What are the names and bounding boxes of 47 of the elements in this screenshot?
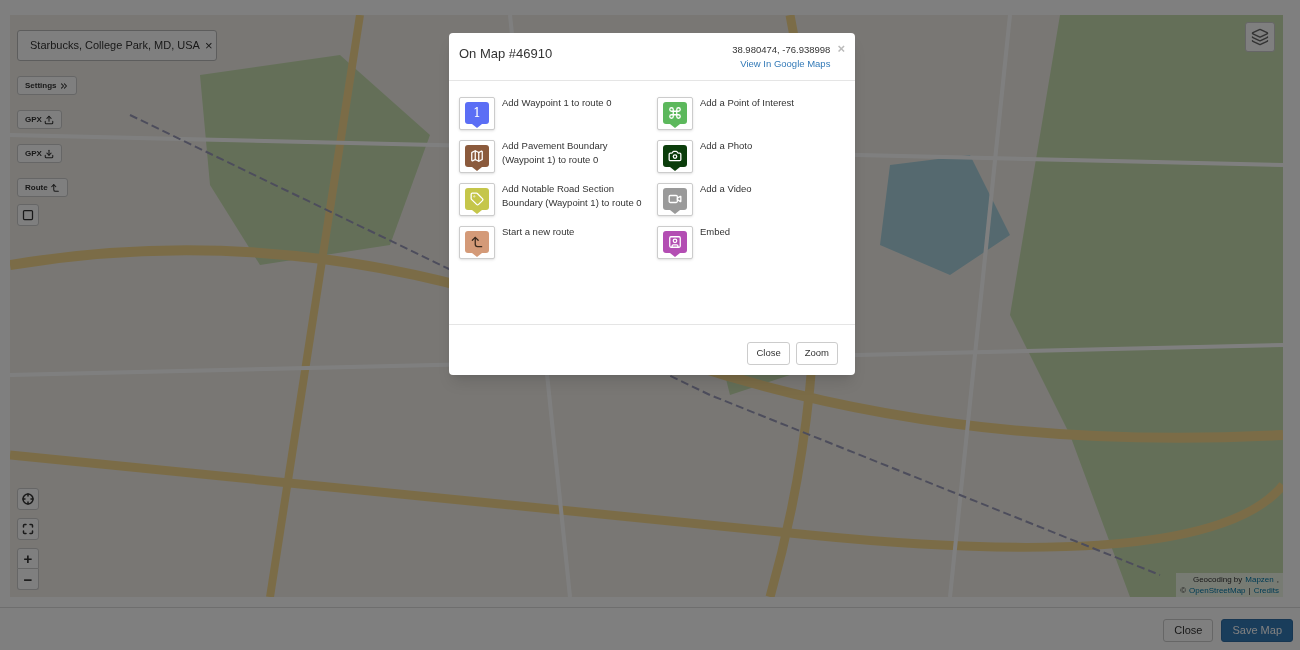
action-button[interactable]: 1 [459,97,495,130]
search-field[interactable]: Starbucks, College Park, MD, USA × [17,30,217,61]
route-button[interactable]: Route [17,178,68,197]
zoom-out-button[interactable]: − [17,569,39,590]
gpx-download-button[interactable]: GPX [17,144,62,163]
modal-title: On Map #46910 [459,45,553,63]
action-button[interactable] [459,226,495,259]
action-label[interactable]: Embed [700,225,731,239]
action-label[interactable]: Add a Photo [700,139,753,153]
layers-icon [1251,28,1269,46]
crosshair-icon [22,493,34,505]
attribution-link[interactable]: OpenStreetMap [1189,585,1246,596]
save-button[interactable]: Save Map [1221,619,1293,642]
action-label[interactable]: Start a new route [502,225,575,239]
zoom-in-button[interactable]: + [17,548,39,569]
attribution-text: , [1276,574,1279,585]
attribution-link[interactable]: Mapzen [1245,574,1274,585]
action-button[interactable] [657,140,693,173]
download-icon [43,148,54,159]
chevrons-right-icon [58,80,69,91]
coordinates: 38.980474, -76.938998 [732,43,831,57]
upload-icon [43,114,54,125]
action-label[interactable]: Add Pavement Boundary (Waypoint 1) to route 0 [502,139,647,166]
action-label[interactable]: Add Waypoint 1 to route 0 [502,96,612,110]
close-button[interactable]: Close [1163,619,1214,642]
zoom-button[interactable]: Zoom [795,341,838,365]
fullscreen-icon [22,523,34,535]
layers-button[interactable] [1245,22,1275,52]
locate-button[interactable] [17,488,39,510]
attribution-text: © [1180,585,1187,596]
square-icon [22,209,34,221]
settings-button[interactable]: Settings [17,76,77,95]
attribution-text: Geocoding by [1192,574,1243,585]
attribution-text: | [1248,585,1251,596]
attribution-link[interactable]: Credits [1253,585,1279,596]
action-button[interactable] [459,140,495,173]
action-label[interactable]: Add a Video [700,182,752,196]
fullscreen-button[interactable] [17,518,39,540]
gpx-upload-button[interactable]: GPX [17,110,62,129]
google-maps-link[interactable]: View In Google Maps [740,57,831,71]
corner-arrow-icon [49,182,60,193]
clear-button[interactable]: × [204,39,213,52]
action-label[interactable]: Add a Point of Interest [700,96,794,110]
action-label[interactable]: Add Notable Road Section Boundary (Waypoint 1) to route 0 [502,182,647,209]
search-value: Starbucks, College Park, MD, USA [30,38,200,54]
close-button[interactable]: Close [747,341,790,365]
select-button[interactable] [17,204,39,226]
